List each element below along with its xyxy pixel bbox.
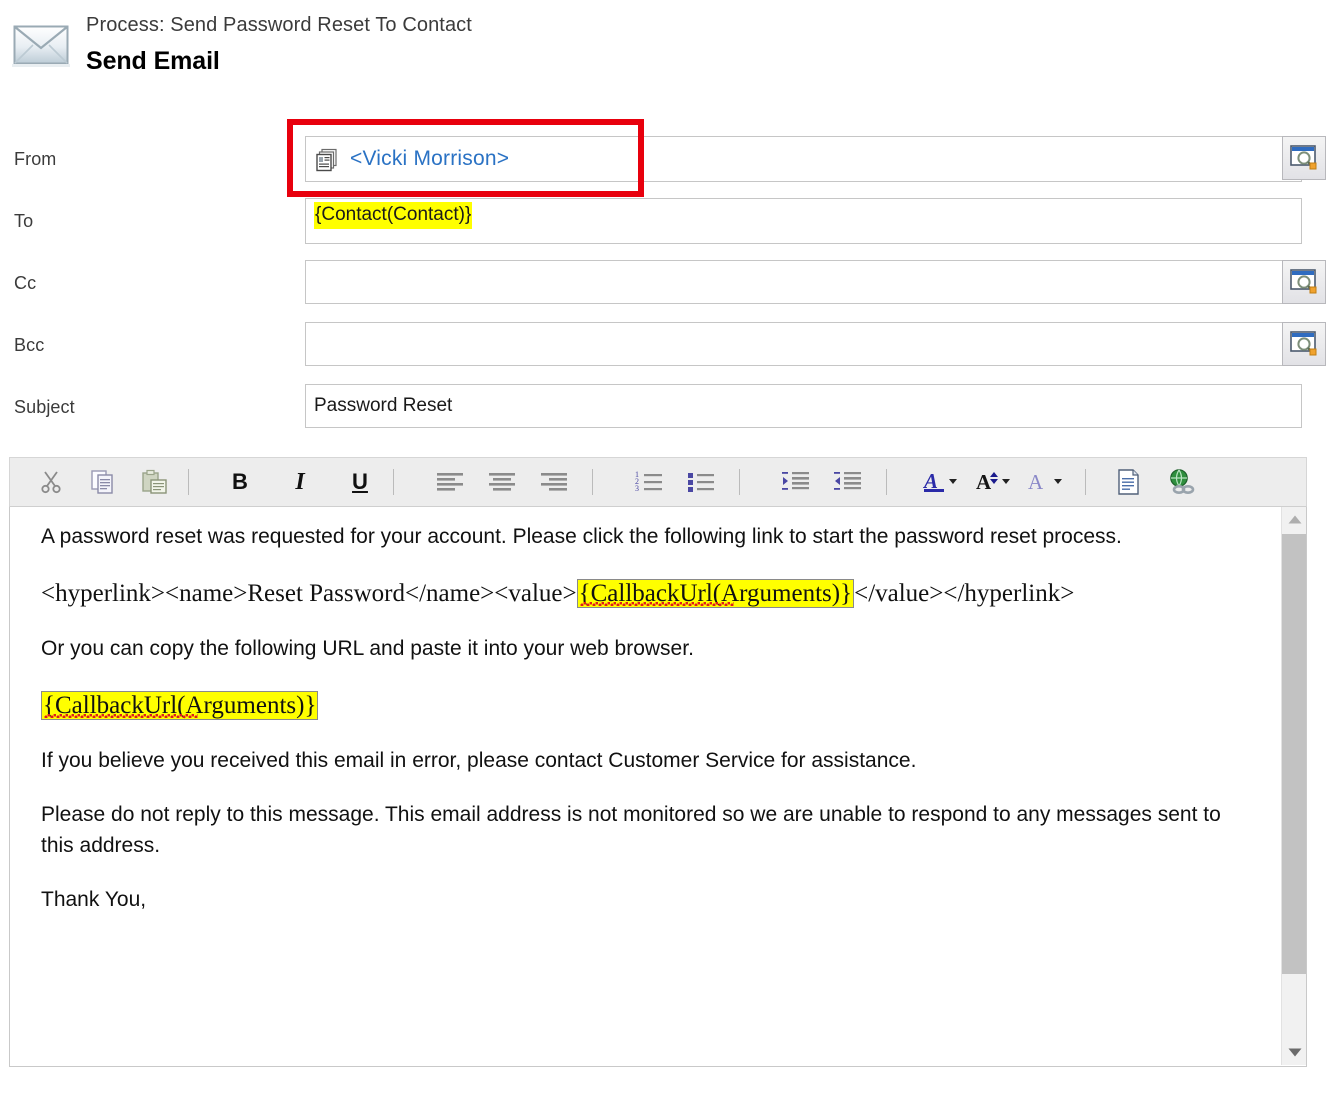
bcc-input[interactable] bbox=[305, 322, 1302, 366]
body-paragraph-1: A password reset was requested for your … bbox=[41, 525, 1122, 548]
email-body-content[interactable]: A password reset was requested for your … bbox=[10, 507, 1282, 1066]
scroll-up-arrow-icon[interactable] bbox=[1282, 507, 1306, 532]
svg-text:A: A bbox=[976, 470, 992, 494]
page-title: Send Email bbox=[86, 47, 220, 75]
body-paragraph-3: Or you can copy the following URL and pa… bbox=[41, 637, 694, 660]
align-left-button[interactable] bbox=[424, 462, 476, 502]
align-right-button[interactable] bbox=[528, 462, 580, 502]
body-paragraph-hyperlink: <hyperlink><name>Reset Password</name><v… bbox=[41, 575, 1221, 612]
align-center-button[interactable] bbox=[476, 462, 528, 502]
body-paragraph-6: Please do not reply to this message. Thi… bbox=[41, 803, 1221, 857]
subject-label: Subject bbox=[14, 397, 75, 417]
italic-icon: I bbox=[295, 468, 305, 495]
increase-indent-button[interactable] bbox=[770, 462, 822, 502]
to-value: {Contact(Contact)} bbox=[314, 202, 473, 229]
underline-button[interactable]: U bbox=[339, 462, 381, 502]
numbered-list-button[interactable]: 123 bbox=[623, 462, 675, 502]
paste-icon bbox=[142, 469, 167, 494]
font-size-button[interactable]: A bbox=[969, 462, 1021, 502]
cut-button[interactable] bbox=[30, 462, 72, 502]
spellcheck-underline bbox=[579, 602, 734, 606]
bold-button[interactable]: B bbox=[219, 462, 261, 502]
to-label: To bbox=[14, 211, 34, 231]
svg-text:A: A bbox=[1028, 470, 1044, 494]
cc-label: Cc bbox=[14, 273, 37, 293]
cc-lookup-button[interactable] bbox=[1282, 260, 1326, 304]
body-paragraph-callback-url: {CallbackUrl(Arguments)} bbox=[41, 687, 1221, 724]
numbered-list-icon: 123 bbox=[635, 470, 662, 493]
subject-field-row: Subject Password Reset bbox=[0, 376, 1326, 438]
from-field-row: From <Vicki Morrison> bbox=[0, 128, 1326, 190]
toolbar-separator bbox=[739, 469, 740, 495]
header-text-group: Process: Send Password Reset To Contact … bbox=[86, 10, 472, 79]
underline-icon: U bbox=[352, 469, 368, 494]
toolbar-separator bbox=[886, 469, 887, 495]
bcc-label: Bcc bbox=[14, 335, 45, 355]
bulleted-list-icon bbox=[688, 473, 714, 492]
decrease-indent-button[interactable] bbox=[822, 462, 874, 502]
background-color-button[interactable]: A bbox=[1021, 462, 1073, 502]
align-right-icon bbox=[541, 473, 567, 491]
editor-toolbar: B I U 1 2 3 A A A bbox=[9, 457, 1307, 507]
callback-url-token-1: {CallbackUrl(Arguments)} bbox=[576, 579, 855, 608]
to-field-row: To {Contact(Contact)} bbox=[0, 190, 1326, 252]
bulleted-list-button[interactable] bbox=[675, 462, 727, 502]
process-label: Process: Send Password Reset To Contact bbox=[86, 14, 472, 36]
envelope-icon bbox=[12, 22, 72, 68]
hyperlink-markup-close: </value></hyperlink> bbox=[854, 580, 1075, 607]
toolbar-separator bbox=[188, 469, 189, 495]
spellcheck-underline bbox=[44, 714, 198, 718]
toolbar-separator bbox=[1085, 469, 1086, 495]
copy-icon bbox=[91, 470, 113, 494]
body-vertical-scrollbar[interactable] bbox=[1281, 507, 1306, 1065]
align-center-icon bbox=[489, 473, 515, 491]
scroll-thumb[interactable] bbox=[1282, 534, 1306, 974]
from-input[interactable]: <Vicki Morrison> bbox=[305, 136, 1302, 182]
body-paragraph-7: Thank You, bbox=[41, 888, 147, 911]
lookup-magnifier-icon bbox=[1290, 269, 1317, 294]
from-lookup-button[interactable] bbox=[1282, 136, 1326, 180]
subject-value: Password Reset bbox=[314, 395, 453, 416]
body-paragraph-5: If you believe you received this email i… bbox=[41, 749, 917, 772]
to-input[interactable]: {Contact(Contact)} bbox=[305, 198, 1302, 244]
background-color-icon: A bbox=[1028, 470, 1062, 494]
cc-input[interactable] bbox=[305, 260, 1302, 304]
copy-button[interactable] bbox=[82, 462, 124, 502]
email-body-area[interactable]: A password reset was requested for your … bbox=[9, 507, 1307, 1067]
italic-button[interactable]: I bbox=[279, 462, 321, 502]
paste-button[interactable] bbox=[134, 462, 176, 502]
from-value: <Vicki Morrison> bbox=[350, 147, 510, 170]
bcc-field-row: Bcc bbox=[0, 314, 1326, 376]
subject-input[interactable]: Password Reset bbox=[305, 384, 1302, 428]
hyperlink-markup-open: <hyperlink><name>Reset Password</name><v… bbox=[41, 580, 577, 607]
cut-icon bbox=[41, 471, 61, 494]
page-source-icon bbox=[1118, 469, 1139, 495]
svg-text:3: 3 bbox=[635, 484, 639, 493]
align-left-icon bbox=[437, 473, 463, 491]
insert-hyperlink-icon bbox=[1170, 469, 1195, 494]
font-color-button[interactable]: A bbox=[917, 462, 969, 502]
toolbar-separator bbox=[393, 469, 394, 495]
from-label: From bbox=[14, 149, 57, 169]
email-fields: From <Vicki Morrison> To {Contact(Contac… bbox=[0, 128, 1326, 438]
page-source-button[interactable] bbox=[1108, 462, 1150, 502]
page-header: Process: Send Password Reset To Contact … bbox=[0, 0, 1326, 100]
rich-text-editor: B I U 1 2 3 A A A A password reset was r… bbox=[9, 457, 1307, 1067]
insert-hyperlink-button[interactable] bbox=[1160, 462, 1202, 502]
font-color-icon: A bbox=[923, 469, 957, 493]
toolbar-separator bbox=[592, 469, 593, 495]
cc-field-row: Cc bbox=[0, 252, 1326, 314]
bold-icon: B bbox=[232, 469, 248, 494]
lookup-magnifier-icon bbox=[1290, 331, 1317, 356]
bcc-lookup-button[interactable] bbox=[1282, 322, 1326, 366]
lookup-magnifier-icon bbox=[1290, 145, 1317, 170]
callback-url-token-2: {CallbackUrl(Arguments)} bbox=[41, 691, 319, 720]
increase-indent-icon bbox=[782, 472, 809, 490]
font-size-icon: A bbox=[976, 470, 1010, 494]
scroll-down-arrow-icon[interactable] bbox=[1282, 1040, 1306, 1065]
record-stack-icon bbox=[314, 147, 340, 173]
decrease-indent-icon bbox=[834, 472, 861, 490]
